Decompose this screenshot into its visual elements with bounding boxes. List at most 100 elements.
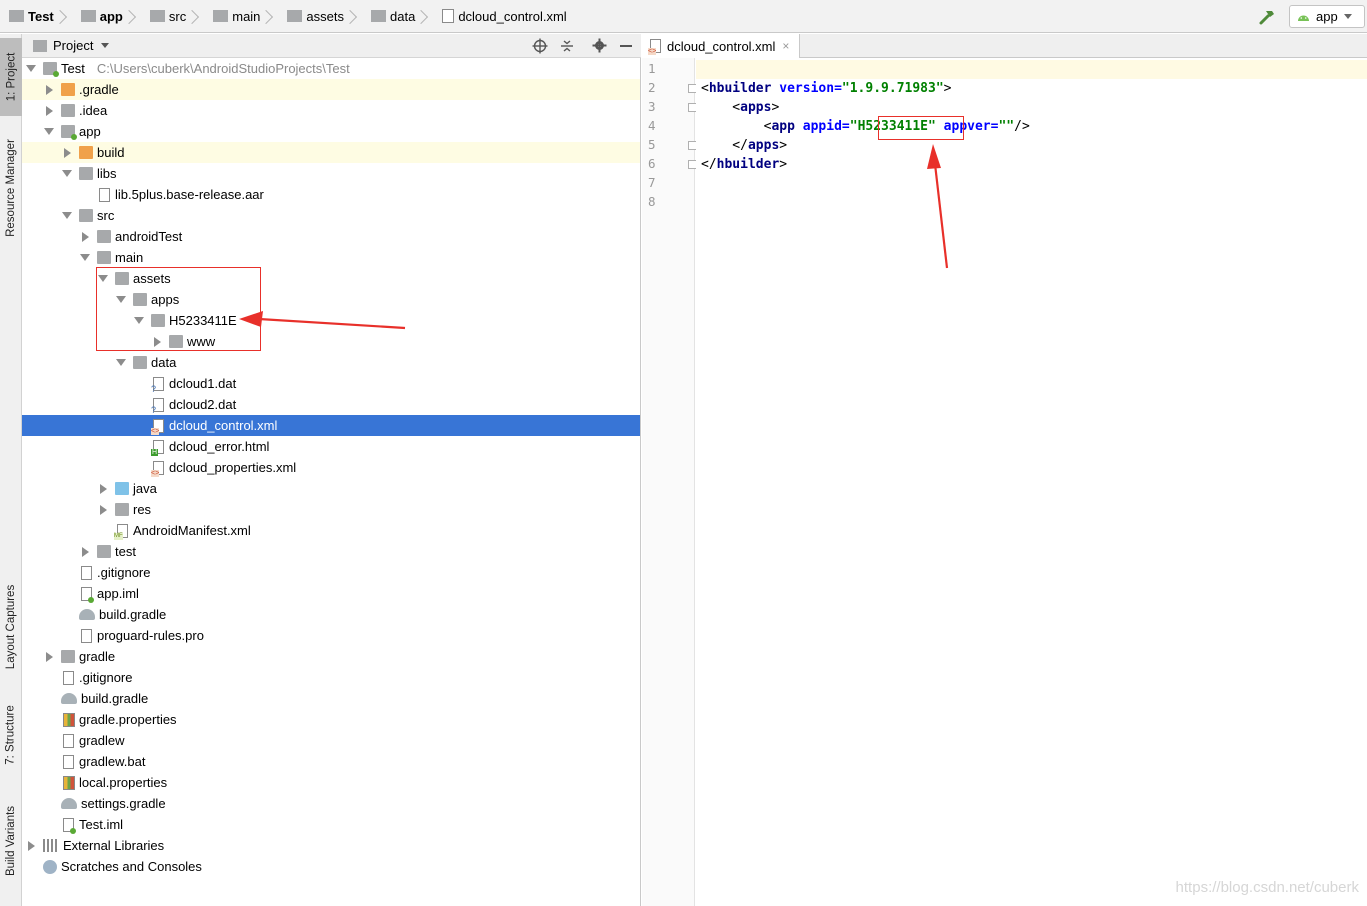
- tree-item-root-gitignore[interactable]: .gitignore: [22, 667, 640, 688]
- structure-tool-tab[interactable]: 7: Structure: [0, 694, 22, 776]
- chevron-right-icon: [60, 0, 68, 33]
- tree-item-local-properties[interactable]: local.properties: [22, 772, 640, 793]
- code-editor[interactable]: <hbuilder version="1.9.9.71983"> <apps> …: [696, 58, 1367, 906]
- tree-item-test-iml[interactable]: Test.iml: [22, 814, 640, 835]
- tree-item-gradle-properties[interactable]: gradle.properties: [22, 709, 640, 730]
- collapse-arrow-icon[interactable]: [43, 100, 55, 121]
- run-configuration-select[interactable]: app: [1289, 5, 1365, 28]
- tree-item-label: local.properties: [79, 775, 168, 790]
- tree-item-proguard[interactable]: proguard-rules.pro: [22, 625, 640, 646]
- tree-item-label: .gitignore: [97, 565, 151, 580]
- collapse-all-icon[interactable]: [560, 39, 574, 53]
- tree-item-label: data: [151, 355, 177, 370]
- tree-item-manifest[interactable]: AndroidManifest.xml: [22, 520, 640, 541]
- project-tool-tab[interactable]: 1: Project: [0, 38, 22, 116]
- xml-file-icon: [151, 460, 164, 477]
- chevron-down-icon: [1343, 14, 1352, 19]
- tree-item-main[interactable]: main: [22, 247, 640, 268]
- breadcrumb-test[interactable]: Test: [0, 0, 72, 33]
- tree-item-aar[interactable]: lib.5plus.base-release.aar: [22, 184, 640, 205]
- folder-icon: [371, 10, 386, 22]
- tree-item-label: java: [133, 481, 157, 496]
- folder-icon: [97, 230, 111, 243]
- tree-item-app-gitignore[interactable]: .gitignore: [22, 562, 640, 583]
- tree-item-res[interactable]: res: [22, 499, 640, 520]
- chevron-right-icon: [350, 0, 358, 33]
- tree-item-external-libraries[interactable]: External Libraries: [22, 835, 640, 856]
- minimize-icon[interactable]: [620, 45, 632, 47]
- locate-icon[interactable]: [532, 38, 548, 54]
- expand-arrow-icon[interactable]: [79, 247, 91, 268]
- breadcrumb-data[interactable]: data: [362, 0, 433, 33]
- expand-arrow-icon[interactable]: [61, 163, 73, 184]
- tree-item-androidtest[interactable]: androidTest: [22, 226, 640, 247]
- resource-manager-tool-tab[interactable]: Resource Manager: [0, 124, 22, 252]
- editor-tab-dcloud-control[interactable]: <> dcloud_control.xml ×: [642, 34, 800, 58]
- tree-item-idea[interactable]: .idea: [22, 100, 640, 121]
- tree-item-scratches[interactable]: Scratches and Consoles: [22, 856, 640, 877]
- text-file-icon: [81, 628, 92, 643]
- tree-item-dcloud1[interactable]: dcloud1.dat: [22, 373, 640, 394]
- tree-item-java[interactable]: java: [22, 478, 640, 499]
- breadcrumb-app[interactable]: app: [72, 0, 141, 33]
- collapse-arrow-icon[interactable]: [79, 541, 91, 562]
- expand-arrow-icon[interactable]: [115, 352, 127, 373]
- layout-captures-tool-tab[interactable]: Layout Captures: [0, 568, 22, 686]
- tree-item-label: androidTest: [115, 229, 183, 244]
- breadcrumb-assets[interactable]: assets: [278, 0, 362, 33]
- tool-tab-label: Layout Captures: [5, 584, 18, 670]
- tree-item-gradle-hidden[interactable]: .gradle: [22, 79, 640, 100]
- line-number: 1: [648, 61, 656, 76]
- tree-item-label: build.gradle: [81, 691, 149, 706]
- tree-item-gradle-dir[interactable]: gradle: [22, 646, 640, 667]
- collapse-arrow-icon[interactable]: [25, 835, 37, 856]
- tree-item-label: lib.5plus.base-release.aar: [115, 187, 264, 202]
- breadcrumb-main[interactable]: main: [204, 0, 278, 33]
- tree-item-label: Scratches and Consoles: [61, 859, 202, 874]
- expand-arrow-icon[interactable]: [25, 58, 37, 79]
- tree-item-label: .gradle: [79, 82, 119, 97]
- tree-item-gradlew[interactable]: gradlew: [22, 730, 640, 751]
- breadcrumb-src[interactable]: src: [141, 0, 204, 33]
- tree-item-dcloud-control[interactable]: dcloud_control.xml: [22, 415, 640, 436]
- tree-item-test[interactable]: test: [22, 541, 640, 562]
- tree-item-root[interactable]: Test C:\Users\cuberk\AndroidStudioProjec…: [22, 58, 640, 79]
- breadcrumb-file[interactable]: dcloud_control.xml: [433, 0, 570, 33]
- collapse-arrow-icon[interactable]: [97, 478, 109, 499]
- close-icon[interactable]: ×: [782, 39, 789, 53]
- code-tag: apps: [747, 138, 780, 153]
- tree-item-dcloud-properties[interactable]: dcloud_properties.xml: [22, 457, 640, 478]
- tree-item-label: settings.gradle: [81, 796, 166, 811]
- tree-item-app-build-gradle[interactable]: build.gradle: [22, 604, 640, 625]
- code-token: <: [701, 81, 709, 96]
- build-variants-tool-tab[interactable]: Build Variants: [0, 796, 22, 886]
- editor-gutter: 1 2 3 4 5 6 7 8: [642, 58, 697, 906]
- collapse-arrow-icon[interactable]: [79, 226, 91, 247]
- tree-item-gradlew-bat[interactable]: gradlew.bat: [22, 751, 640, 772]
- code-token: <: [701, 100, 741, 115]
- hammer-icon[interactable]: [1257, 7, 1277, 27]
- collapse-arrow-icon[interactable]: [61, 142, 73, 163]
- navigation-bar: Test app src main assets data dcloud_con…: [0, 0, 1367, 33]
- project-view-selector[interactable]: Project: [53, 38, 110, 53]
- tree-item-root-build-gradle[interactable]: build.gradle: [22, 688, 640, 709]
- tree-item-dcloud2[interactable]: dcloud2.dat: [22, 394, 640, 415]
- tree-item-label: dcloud1.dat: [169, 376, 237, 391]
- folder-icon: [61, 650, 75, 663]
- tree-item-app[interactable]: app: [22, 121, 640, 142]
- collapse-arrow-icon[interactable]: [43, 646, 55, 667]
- tree-item-build[interactable]: build: [22, 142, 640, 163]
- collapse-arrow-icon[interactable]: [43, 79, 55, 100]
- tree-item-settings-gradle[interactable]: settings.gradle: [22, 793, 640, 814]
- collapse-arrow-icon[interactable]: [97, 499, 109, 520]
- tree-item-data[interactable]: data: [22, 352, 640, 373]
- gear-icon[interactable]: [592, 38, 607, 53]
- tree-item-label: AndroidManifest.xml: [133, 523, 251, 538]
- folder-icon: [79, 167, 93, 180]
- tree-item-libs[interactable]: libs: [22, 163, 640, 184]
- tree-item-src[interactable]: src: [22, 205, 640, 226]
- expand-arrow-icon[interactable]: [61, 205, 73, 226]
- tree-item-dcloud-error[interactable]: dcloud_error.html: [22, 436, 640, 457]
- tree-item-app-iml[interactable]: app.iml: [22, 583, 640, 604]
- expand-arrow-icon[interactable]: [43, 121, 55, 142]
